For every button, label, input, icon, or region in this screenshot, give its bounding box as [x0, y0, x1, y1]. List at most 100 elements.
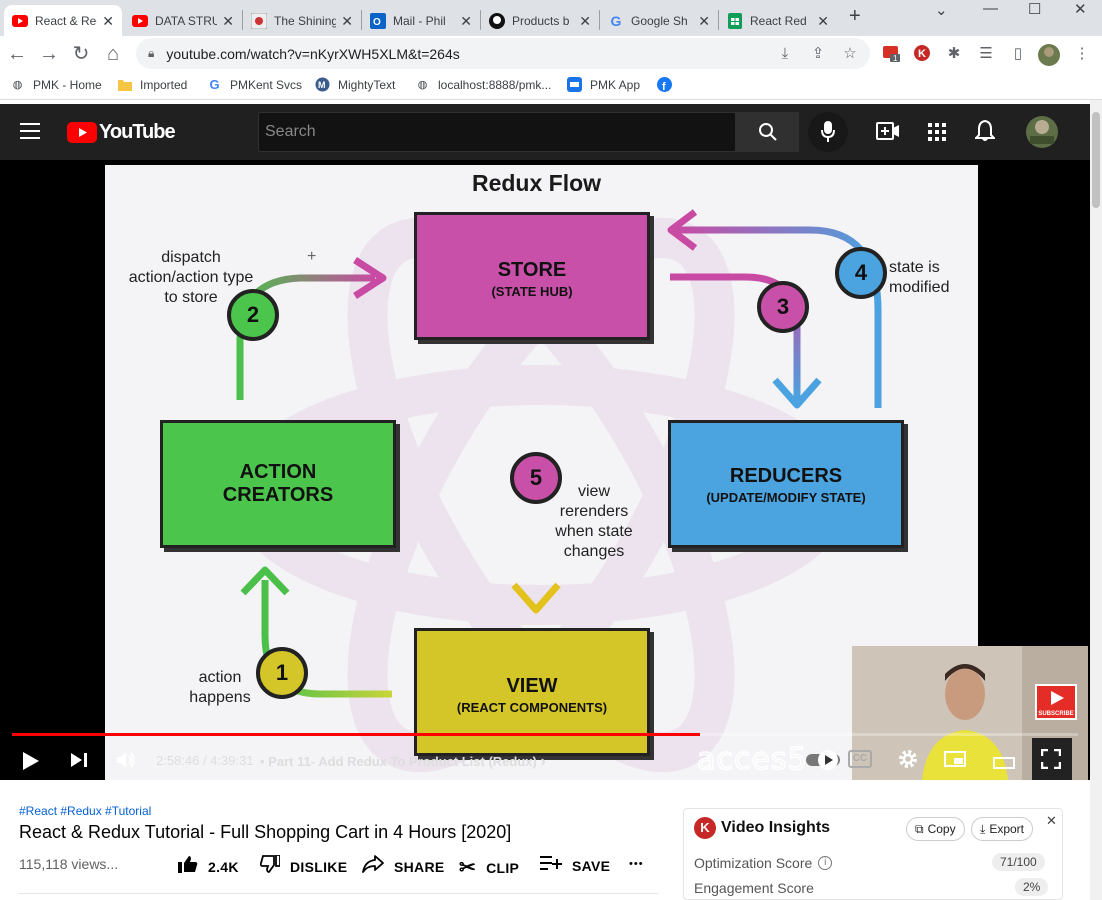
close-icon[interactable]: ✕	[579, 13, 591, 30]
new-tab-button[interactable]: +	[849, 5, 861, 28]
microphone-icon	[821, 121, 835, 142]
media-queue-icon[interactable]: ☰	[976, 44, 996, 64]
like-button[interactable]: 2.4K	[178, 855, 239, 878]
save-button[interactable]: SAVE	[540, 855, 610, 876]
cursor-crosshair: +	[307, 248, 316, 265]
maximize-icon[interactable]: ☐	[1028, 0, 1041, 18]
close-icon[interactable]: ✕	[1046, 813, 1057, 829]
search-icon	[759, 123, 777, 141]
bookmark-mightytext[interactable]: M MightyText	[315, 77, 395, 92]
reload-icon[interactable]: ↻	[69, 42, 93, 66]
play-button[interactable]	[22, 751, 40, 776]
keywords-k-icon[interactable]: K	[912, 44, 932, 64]
share-icon[interactable]: ⇪	[808, 44, 828, 64]
miniplayer-icon[interactable]	[944, 751, 966, 772]
google-icon: G	[209, 77, 220, 92]
view-count[interactable]: 115,118 views...	[19, 856, 118, 872]
chevron-down-icon[interactable]: ⌄	[935, 1, 948, 19]
home-icon[interactable]: ⌂	[101, 42, 125, 66]
star-icon[interactable]: ☆	[840, 44, 860, 64]
close-icon[interactable]: ✕	[222, 13, 234, 30]
hashtags[interactable]: #React #Redux #Tutorial	[19, 804, 151, 818]
close-icon[interactable]: ✕	[817, 13, 829, 30]
close-icon[interactable]: ✕	[698, 13, 710, 30]
tab-google-sheets[interactable]: G Google Sh ✕	[600, 5, 718, 36]
menu-dots-icon[interactable]: ⋮	[1072, 44, 1092, 64]
create-video-icon[interactable]	[876, 122, 900, 145]
info-icon[interactable]: i	[818, 856, 833, 870]
profile-avatar[interactable]	[1038, 44, 1060, 66]
scrollbar-thumb[interactable]	[1092, 112, 1100, 208]
insights-title: Video Insights	[721, 819, 831, 836]
hamburger-menu-icon[interactable]	[20, 123, 40, 139]
tab-react-redux[interactable]: React & Redux ✕	[4, 5, 122, 36]
autoplay-toggle[interactable]	[806, 748, 842, 777]
youtube-logo[interactable]: YouTube	[67, 121, 176, 144]
dislike-button[interactable]: DISLIKE	[259, 854, 347, 878]
settings-gear-icon[interactable]	[898, 749, 918, 774]
clip-button[interactable]: ✂ CLIP	[459, 855, 519, 880]
play-icon	[23, 752, 39, 770]
next-icon	[71, 753, 87, 767]
bookmark-pmkent-svcs[interactable]: G PMKent Svcs	[207, 77, 302, 92]
state-modified-annotation: state is modified	[889, 259, 950, 296]
tab-title: React Red	[750, 13, 807, 28]
search-input[interactable]: Search	[258, 112, 736, 152]
copy-button[interactable]: ⧉ Copy	[906, 817, 965, 841]
export-button[interactable]: ⤓ Export	[971, 817, 1033, 841]
player-controls: 2:58:46 / 4:39:31 • Part 11- Add Redux T…	[0, 740, 1090, 780]
volume-button[interactable]	[116, 751, 138, 774]
address-bar[interactable]: 🔒︎ youtube.com/watch?v=nKyrXWH5XLM&t=264…	[136, 38, 870, 69]
close-icon[interactable]: ✕	[460, 13, 472, 30]
copy-icon: ⧉	[915, 821, 924, 836]
video-player[interactable]: Redux Flow + STORE (STATE HUB) ACTION CR…	[0, 160, 1090, 780]
tab-title: Mail - Phil	[393, 13, 446, 28]
tab-title: Products b	[512, 13, 570, 28]
tab-products[interactable]: Products b ✕	[481, 5, 599, 36]
store-box: STORE (STATE HUB)	[414, 212, 650, 340]
view-rerenders-annotation: view rerenders when state changes	[555, 483, 633, 560]
tab-mail[interactable]: O Mail - Phil ✕	[362, 5, 480, 36]
subscribe-badge[interactable]: SUBSCRIBE	[1035, 684, 1077, 720]
account-avatar[interactable]	[1026, 116, 1058, 153]
progress-fill	[12, 733, 700, 736]
minimize-icon[interactable]: —	[983, 0, 998, 17]
notifications-bell-icon[interactable]	[973, 119, 997, 147]
bookmark-localhost[interactable]: ◍ localhost:8888/pmk...	[415, 77, 552, 92]
page-scrollbar[interactable]	[1090, 100, 1102, 900]
dispatch-annotation: dispatch action/action type to store	[128, 249, 254, 306]
tab-react-red[interactable]: React Red ✕	[719, 5, 837, 36]
chapter-title[interactable]: • Part 11- Add Redux To Product List (Re…	[260, 753, 546, 771]
back-icon[interactable]: ←	[5, 42, 29, 66]
bookmark-pmk-app[interactable]: PMK App	[567, 77, 640, 92]
side-panel-icon[interactable]: ▯	[1008, 44, 1028, 64]
more-actions-icon[interactable]: •••	[629, 858, 644, 870]
next-button[interactable]	[70, 752, 88, 773]
tab-data-struct[interactable]: DATA STRUCT ✕	[124, 5, 242, 36]
fullscreen-icon[interactable]	[1040, 748, 1062, 774]
puzzle-icon[interactable]: ✱	[944, 44, 964, 64]
tab-the-shining[interactable]: The Shining ✕	[243, 5, 361, 36]
close-icon[interactable]: ✕	[341, 13, 353, 30]
share-button[interactable]: SHARE	[362, 855, 445, 878]
site-icon	[251, 12, 267, 29]
bookmark-facebook[interactable]: f	[657, 77, 680, 92]
chevron-right-icon: ›	[540, 753, 546, 770]
extension-icon[interactable]: 1	[881, 44, 901, 64]
optimization-score-value: 71/100	[992, 853, 1045, 871]
window-close-icon[interactable]: ✕	[1074, 0, 1087, 18]
search-button[interactable]	[736, 112, 799, 152]
share-arrow-icon	[362, 855, 384, 878]
voice-search-button[interactable]	[808, 112, 848, 152]
apps-grid-icon[interactable]	[928, 123, 946, 146]
bookmark-imported[interactable]: Imported	[117, 77, 187, 92]
captions-button[interactable]: CC	[848, 750, 872, 768]
forward-icon[interactable]: →	[37, 42, 61, 66]
youtube-play-icon	[67, 122, 97, 143]
install-icon[interactable]: ⤓	[775, 44, 795, 64]
close-icon[interactable]: ✕	[102, 13, 114, 30]
bookmark-pmk-home[interactable]: ◍ PMK - Home	[10, 77, 102, 92]
url-text: youtube.com/watch?v=nKyrXWH5XLM&t=264s	[166, 45, 460, 62]
theater-mode-icon[interactable]	[993, 753, 1015, 774]
folder-icon	[117, 77, 132, 92]
